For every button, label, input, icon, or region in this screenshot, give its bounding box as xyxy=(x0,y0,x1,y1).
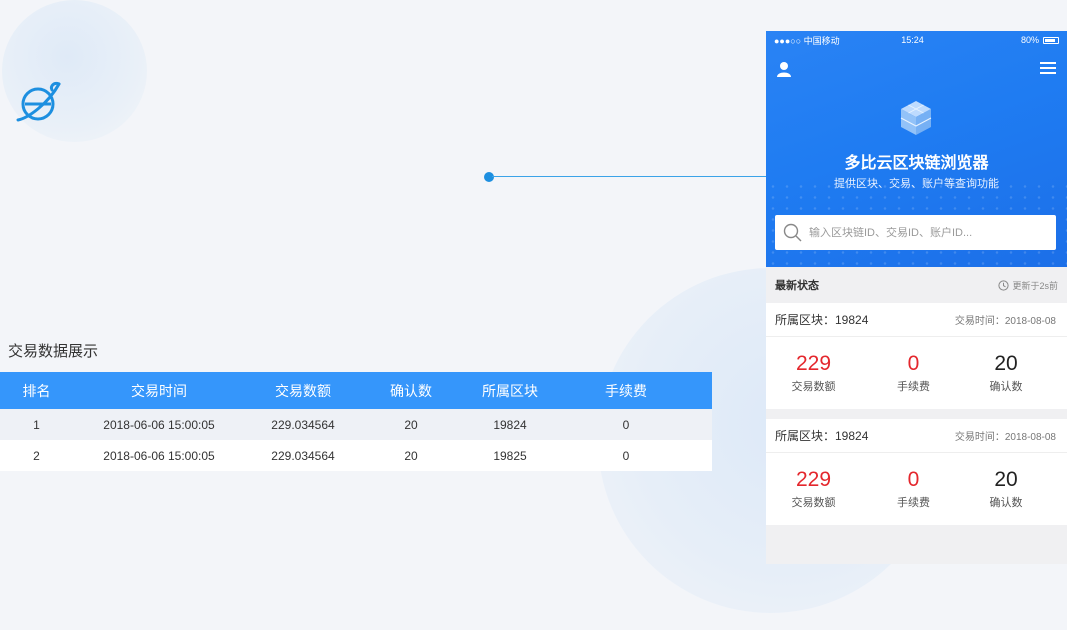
stat-value: 20 xyxy=(994,468,1018,491)
menu-icon[interactable] xyxy=(1040,61,1056,75)
table-row[interactable]: 2 2018-06-06 15:00:05 229.034564 20 1982… xyxy=(0,440,712,471)
cell-confirmations: 20 xyxy=(404,448,418,463)
updated-indicator: 更新于2s前 xyxy=(998,279,1058,292)
stat-label: 交易数额 xyxy=(791,381,836,393)
stat-value: 0 xyxy=(907,352,920,375)
planet-icon xyxy=(16,82,61,122)
card-time: 交易时间：2018-08-08 xyxy=(954,316,1056,327)
cell-block: 19824 xyxy=(493,417,527,432)
cell-fee: 0 xyxy=(622,448,630,463)
battery-icon xyxy=(1043,36,1059,44)
connector-dot xyxy=(484,172,494,182)
app-subtitle: 提供区块、交易、账户等查询功能 xyxy=(834,178,999,190)
col-header-amount: 交易数额 xyxy=(275,382,331,399)
table-row[interactable]: 1 2018-06-06 15:00:05 229.034564 20 1982… xyxy=(0,409,712,440)
latest-status-bar: 最新状态 更新于2s前 xyxy=(766,267,1067,303)
stat-fee: 0 手续费 xyxy=(861,352,966,394)
cell-amount: 229.034564 xyxy=(271,448,335,463)
stat-confirmations: 20 确认数 xyxy=(966,352,1046,394)
transaction-card[interactable]: 所属区块：19824 交易时间：2018-08-08 229 交易数额 0 手续… xyxy=(766,303,1067,409)
col-header-fee: 手续费 xyxy=(605,382,647,399)
stat-value: 20 xyxy=(994,352,1018,375)
user-icon[interactable] xyxy=(776,61,792,77)
card-block: 所属区块：19824 xyxy=(775,429,869,443)
status-time: 15:24 xyxy=(901,35,924,45)
cell-amount: 229.034564 xyxy=(271,417,335,432)
section-title: 交易数据展示 xyxy=(8,343,99,360)
col-header-block: 所属区块 xyxy=(482,382,538,399)
stat-amount: 229 交易数额 xyxy=(766,468,861,510)
col-header-time: 交易时间 xyxy=(131,382,187,399)
search-icon xyxy=(783,223,802,242)
card-header: 所属区块：19824 交易时间：2018-08-08 xyxy=(766,419,1067,453)
stat-fee: 0 手续费 xyxy=(861,468,966,510)
blockchain-cube-icon xyxy=(900,101,932,135)
battery-status: 80% xyxy=(959,35,1059,45)
battery-percent: 80% xyxy=(1020,35,1039,45)
stat-label: 手续费 xyxy=(897,497,930,509)
search-box[interactable] xyxy=(775,215,1056,250)
table-header: 排名 交易时间 交易数额 确认数 所属区块 手续费 xyxy=(0,372,712,409)
latest-status-title: 最新状态 xyxy=(775,280,819,292)
transaction-table: 排名 交易时间 交易数额 确认数 所属区块 手续费 1 2018-06-06 1… xyxy=(0,372,712,471)
search-input[interactable] xyxy=(809,226,1049,239)
stat-value: 0 xyxy=(907,468,920,491)
carrier-label: ●●●○○ 中国移动 xyxy=(774,35,840,46)
status-bar: ●●●○○ 中国移动 15:24 80% xyxy=(766,31,1067,49)
cell-rank: 2 xyxy=(33,448,40,463)
stat-confirmations: 20 确认数 xyxy=(966,468,1046,510)
col-header-confirmations: 确认数 xyxy=(390,382,432,399)
stat-value: 229 xyxy=(795,468,832,491)
connector-line xyxy=(492,176,768,177)
col-header-rank: 排名 xyxy=(22,382,51,399)
phone-mockup: ●●●○○ 中国移动 15:24 80% 多比云区块链浏览器 提供区块、交易、账… xyxy=(766,31,1067,564)
stat-label: 手续费 xyxy=(897,381,930,393)
cell-confirmations: 20 xyxy=(404,417,418,432)
stat-label: 确认数 xyxy=(989,381,1023,393)
card-time: 交易时间：2018-08-08 xyxy=(954,432,1056,443)
card-stats: 229 交易数额 0 手续费 20 确认数 xyxy=(766,453,1067,525)
transaction-card[interactable]: 所属区块：19824 交易时间：2018-08-08 229 交易数额 0 手续… xyxy=(766,419,1067,525)
card-header: 所属区块：19824 交易时间：2018-08-08 xyxy=(766,303,1067,337)
clock-icon xyxy=(998,279,1010,291)
cell-block: 19825 xyxy=(493,448,527,463)
card-block: 所属区块：19824 xyxy=(775,313,869,327)
cell-fee: 0 xyxy=(622,417,630,432)
stat-label: 交易数额 xyxy=(791,497,836,509)
stat-label: 确认数 xyxy=(989,497,1023,509)
cell-time: 2018-06-06 15:00:05 xyxy=(103,448,215,463)
stat-value: 229 xyxy=(795,352,832,375)
phone-hero: ●●●○○ 中国移动 15:24 80% 多比云区块链浏览器 提供区块、交易、账… xyxy=(766,31,1067,267)
card-stats: 229 交易数额 0 手续费 20 确认数 xyxy=(766,337,1067,409)
stat-amount: 229 交易数额 xyxy=(766,352,861,394)
cell-rank: 1 xyxy=(33,417,40,432)
app-title: 多比云区块链浏览器 xyxy=(844,155,989,172)
cell-time: 2018-06-06 15:00:05 xyxy=(103,417,215,432)
updated-text: 更新于2s前 xyxy=(1012,280,1058,291)
